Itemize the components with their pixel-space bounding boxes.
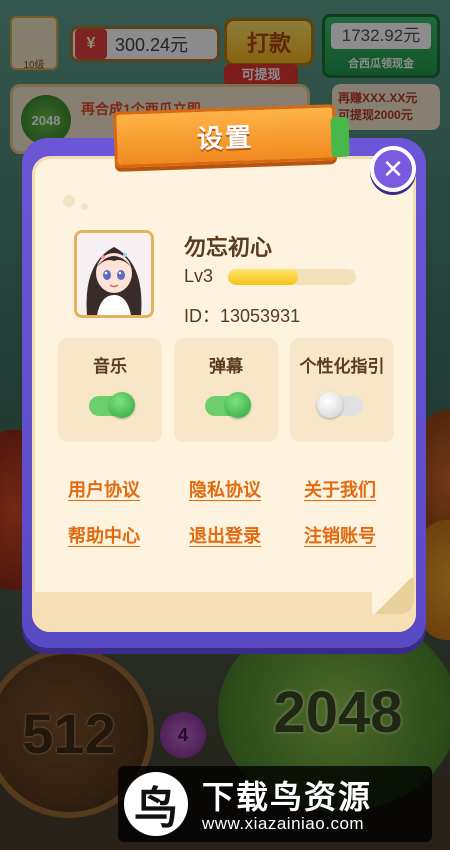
banner-leaf-decor [330,116,350,158]
settings-title-banner: 设置 [113,104,350,168]
music-toggle-card: 音乐 [58,338,162,442]
music-toggle-switch[interactable] [89,392,135,418]
guide-toggle-switch[interactable] [317,392,363,418]
privacy-agreement-link[interactable]: 隐私协议 [189,476,261,502]
paper-folded-corner [372,578,414,614]
decor-dot-small [81,203,88,210]
watermark-title: 下载鸟资源 [202,779,373,815]
watermark-url: www.xiazainiao.com [202,814,365,833]
logout-link[interactable]: 退出登录 [189,522,261,548]
settings-title: 设置 [196,121,254,154]
danmaku-toggle-switch[interactable] [205,392,251,418]
level-progress-fill [228,269,299,285]
guide-toggle-card: 个性化指引 [290,338,394,442]
bird-logo-icon: 鸟 [124,772,188,836]
profile-level: Lv3 [184,266,214,286]
profile-nickname: 勿忘初心 [184,235,273,260]
panel-bottom-strip [32,592,416,632]
user-agreement-link[interactable]: 用户协议 [68,476,140,502]
toggle-knob [109,392,135,418]
help-center-link[interactable]: 帮助中心 [68,522,140,548]
close-button[interactable]: ✕ [370,146,416,192]
danmaku-label: 弹幕 [209,357,243,376]
danmaku-toggle-card: 弹幕 [174,338,278,442]
toggle-knob [317,392,343,418]
level-progress-bar [228,269,356,285]
decor-dot [63,195,75,207]
close-icon: ✕ [382,153,404,184]
guide-label: 个性化指引 [299,357,385,376]
profile-avatar[interactable] [74,230,154,318]
about-us-link[interactable]: 关于我们 [304,476,376,502]
toggle-knob [225,392,251,418]
anime-girl-avatar-icon [77,233,151,315]
cancel-account-link[interactable]: 注销账号 [304,522,376,548]
watermark-banner: 鸟 下载鸟资源 www.xiazainiao.com [118,766,432,842]
music-label: 音乐 [93,357,127,376]
profile-id: ID：13053931 [184,306,301,326]
